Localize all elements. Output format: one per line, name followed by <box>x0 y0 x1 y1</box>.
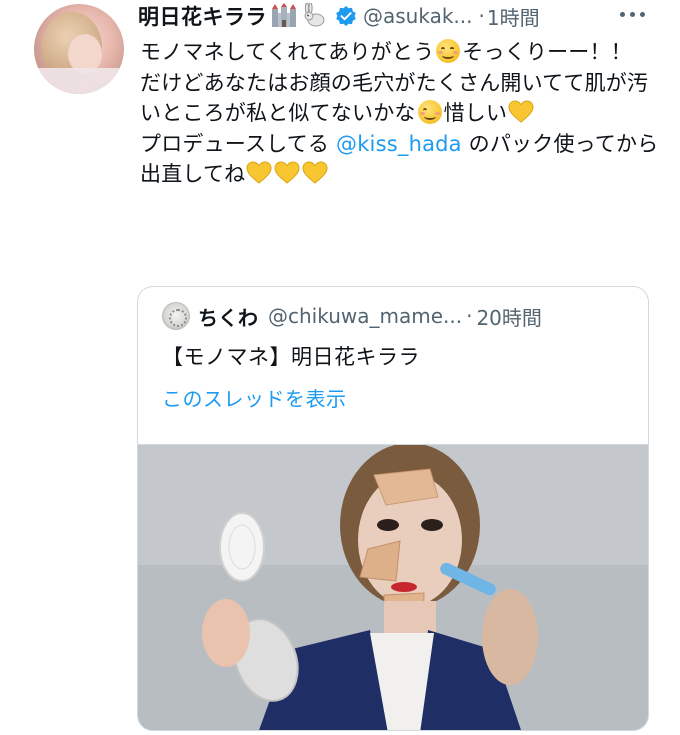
quoted-author-name[interactable]: ちくわ <box>198 302 258 331</box>
tweet[interactable]: 明日花キララ @asukak... · 1時間 モノマネしてくれてありがとう そ… <box>0 0 680 735</box>
yellow-heart-icon <box>246 161 272 184</box>
tweet-text-part: そっくりーー！！ <box>462 40 632 64</box>
quoted-tweet-header: ちくわ @chikuwa_mame... · 20時間 <box>162 301 542 331</box>
tweet-timestamp[interactable]: 1時間 <box>487 2 540 31</box>
tweet-text-part: だけどあなたはお顔の毛穴がたくさん開いてて肌が汚いところが私と似てないかな <box>140 70 649 126</box>
author-name[interactable]: 明日花キララ <box>138 1 267 31</box>
tweet-header: 明日花キララ @asukak... · 1時間 <box>138 0 540 32</box>
show-thread-link[interactable]: このスレッドを表示 <box>162 383 347 412</box>
smiling-face-icon <box>436 39 461 63</box>
mention-link[interactable]: @kiss_hada <box>336 132 462 156</box>
quoted-timestamp[interactable]: 20時間 <box>476 302 541 331</box>
yellow-heart-icon <box>508 100 534 123</box>
yellow-heart-icon <box>302 161 328 184</box>
tweet-text-part: モノマネしてくれてありがとう <box>140 40 435 64</box>
tweet-text-part: 惜しい <box>443 101 508 125</box>
quoted-tweet-card[interactable]: ちくわ @chikuwa_mame... · 20時間 【モノマネ】明日花キララ… <box>137 286 649 731</box>
yellow-heart-icon <box>274 161 300 184</box>
quoted-tweet-text: 【モノマネ】明日花キララ <box>162 345 420 369</box>
winking-face-icon <box>417 100 442 124</box>
quoted-tweet-photo[interactable] <box>138 444 648 730</box>
verified-badge-icon <box>336 6 356 26</box>
photo-image <box>138 445 648 730</box>
quoted-author-handle[interactable]: @chikuwa_mame... <box>268 304 462 328</box>
more-options-icon[interactable] <box>620 4 654 24</box>
avatar[interactable] <box>34 4 124 94</box>
time-separator: · <box>466 304 473 328</box>
castle-icon <box>272 3 296 27</box>
author-handle[interactable]: @asukak... <box>363 4 473 28</box>
tweet-text-part: プロデュースしてる <box>140 131 336 156</box>
rabbit-icon <box>304 3 325 27</box>
tweet-text: モノマネしてくれてありがとう そっくりーー！！ だけどあなたはお顔の毛穴がたくさん… <box>140 37 660 190</box>
quoted-avatar[interactable] <box>162 302 190 330</box>
time-separator: · <box>478 4 485 28</box>
